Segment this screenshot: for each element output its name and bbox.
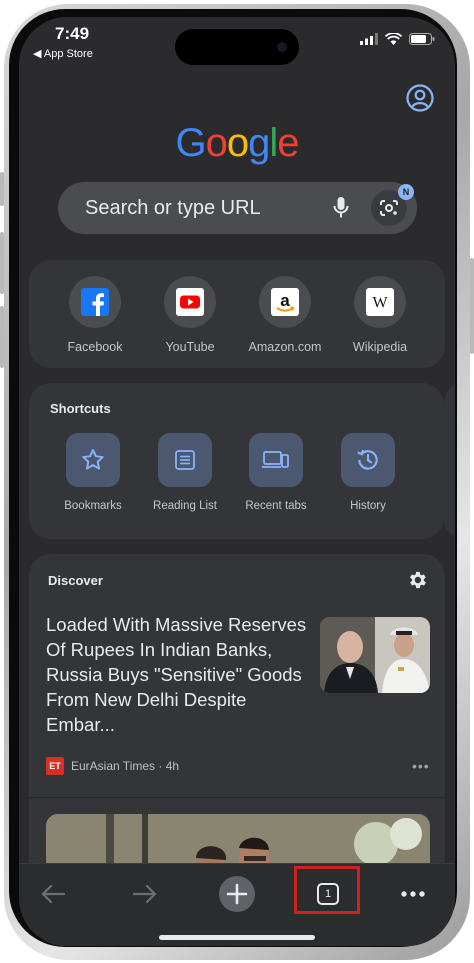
wifi-icon (385, 33, 402, 45)
logo-letter: e (277, 121, 299, 165)
most-visited-amazon[interactable]: a Amazon.com (237, 276, 333, 354)
facebook-tile (69, 276, 121, 328)
shortcut-label: History (350, 500, 386, 512)
recent-tabs-icon (262, 451, 289, 468)
dynamic-island (175, 29, 299, 65)
shortcut-bookmarks[interactable]: Bookmarks (47, 433, 139, 512)
volume-up-button (0, 232, 4, 294)
tab-switcher-highlight (294, 866, 360, 914)
shortcut-recent-tabs[interactable]: Recent tabs (230, 433, 322, 512)
back-to-app-store-link[interactable]: ◀ App Store (33, 47, 93, 60)
shortcut-label: Reading List (153, 500, 217, 512)
reading-list-tile (158, 433, 212, 487)
article-headline[interactable]: Loaded With Massive Reserves Of Rupees I… (46, 612, 308, 737)
shortcut-label: Recent tabs (245, 500, 307, 512)
recent-tabs-tile (249, 433, 303, 487)
article-source-row: ET EurAsian Times · 4h (46, 757, 179, 775)
more-icon (401, 891, 425, 897)
volume-down-button (0, 306, 4, 368)
status-time: 7:49 (55, 24, 90, 43)
facebook-icon (81, 288, 109, 316)
back-button[interactable] (33, 874, 73, 914)
forward-button[interactable] (125, 874, 165, 914)
logo-letter: G (175, 121, 206, 165)
new-badge: N (398, 184, 414, 200)
most-visited-label: Wikipedia (352, 340, 408, 354)
amazon-tile: a (259, 276, 311, 328)
camera-icon (277, 42, 287, 52)
most-visited-facebook[interactable]: Facebook (47, 276, 143, 354)
home-indicator (159, 935, 315, 940)
amazon-icon: a (271, 288, 299, 316)
plus-icon (219, 876, 255, 912)
arrow-left-icon (41, 884, 66, 904)
new-tab-button[interactable] (217, 874, 257, 914)
star-icon (82, 449, 104, 470)
most-visited-card: Facebook YouTube a Amazon.com W Wikipedi… (29, 260, 445, 368)
history-icon (357, 449, 378, 470)
next-card-peek[interactable] (444, 383, 455, 539)
bottom-toolbar: 1 (19, 863, 455, 946)
most-visited-label: YouTube (165, 340, 215, 354)
wikipedia-icon: W (366, 288, 394, 316)
profile-button[interactable] (405, 83, 435, 113)
arrow-right-icon (132, 884, 157, 904)
action-button (0, 172, 4, 206)
reading-list-icon (175, 450, 195, 470)
wikipedia-tile: W (354, 276, 406, 328)
battery-icon (409, 33, 435, 45)
most-visited-wikipedia[interactable]: W Wikipedia (332, 276, 428, 354)
publisher-logo: ET (46, 757, 64, 775)
logo-letter: o (226, 121, 249, 165)
shortcut-reading-list[interactable]: Reading List (139, 433, 231, 512)
article-source: EurAsian Times · 4h (71, 759, 180, 773)
search-bar[interactable]: Search or type URL N (58, 182, 417, 234)
most-visited-label: Facebook (67, 340, 123, 354)
most-visited-label: Amazon.com (248, 340, 322, 354)
gear-icon[interactable] (406, 569, 428, 591)
lens-camera-icon (380, 200, 398, 216)
power-button (470, 258, 474, 354)
bookmarks-tile (66, 433, 120, 487)
shortcut-label: Bookmarks (64, 500, 122, 512)
shortcuts-card: Shortcuts Bookmarks Reading List Recent … (29, 383, 444, 539)
most-visited-youtube[interactable]: YouTube (142, 276, 238, 354)
svg-text:W: W (372, 295, 388, 312)
microphone-icon[interactable] (333, 196, 349, 220)
article-thumbnail[interactable] (320, 617, 430, 693)
history-tile (341, 433, 395, 487)
search-placeholder: Search or type URL (85, 196, 261, 219)
discover-title: Discover (48, 573, 103, 588)
status-icons (360, 33, 435, 45)
article-menu-button[interactable]: ••• (412, 758, 430, 774)
youtube-icon (176, 288, 204, 316)
svg-text:a: a (280, 291, 290, 310)
more-menu-button[interactable] (393, 874, 433, 914)
article-photo (320, 617, 430, 693)
logo-letter: o (205, 121, 228, 165)
youtube-tile (164, 276, 216, 328)
shortcuts-title: Shortcuts (50, 401, 111, 416)
google-logo: Google (19, 121, 455, 166)
signal-icon (360, 33, 378, 45)
screen: 7:49 ◀ App Store Google Search or type U… (19, 17, 455, 946)
divider (29, 797, 445, 798)
shortcut-history[interactable]: History (322, 433, 414, 512)
account-icon (406, 84, 434, 112)
logo-letter: g (248, 121, 270, 165)
